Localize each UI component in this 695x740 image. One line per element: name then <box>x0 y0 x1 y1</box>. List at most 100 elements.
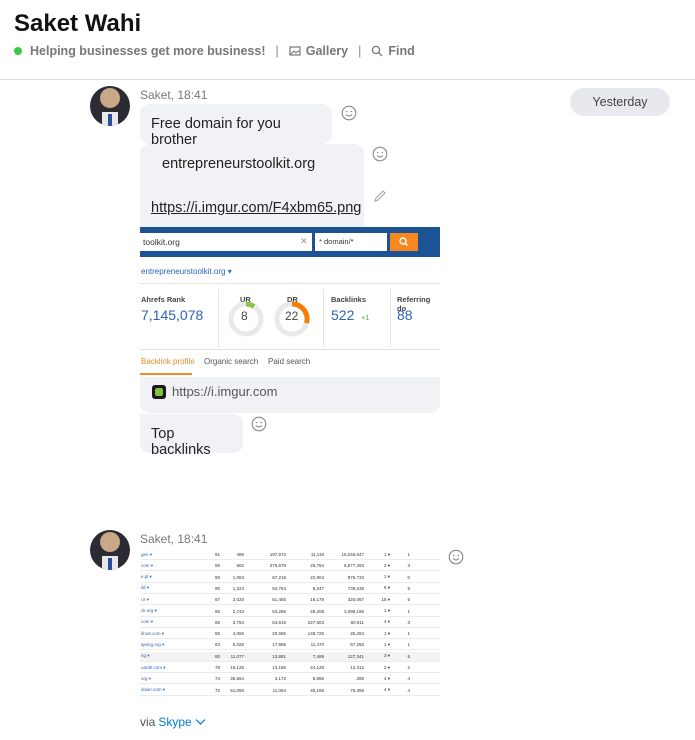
table-cell: 148,725 <box>307 631 324 637</box>
table-cell: 90 <box>214 563 220 569</box>
preview-link-row[interactable]: https://i.imgur.com <box>152 384 277 399</box>
table-cell: 78 <box>214 665 220 670</box>
chevron-down-icon[interactable] <box>195 718 206 726</box>
table-cell: 54,764 <box>272 585 286 591</box>
table-cell: 3 <box>407 563 410 569</box>
table-cell: ck.org ▾ <box>141 608 157 613</box>
find-link[interactable]: Find <box>371 44 415 58</box>
search-icon <box>372 45 383 57</box>
table-cell: 1 ▾ <box>383 630 390 636</box>
table-cell: 17,686 <box>272 642 286 648</box>
table-cell: 3,172 <box>274 676 286 682</box>
table-cell: e.pl ▾ <box>141 574 152 580</box>
divider <box>218 289 219 347</box>
metric-value: 7,145,078 <box>141 307 204 323</box>
table-cell: 15 ▾ <box>381 596 390 602</box>
table-cell: 85 <box>214 631 220 637</box>
table-cell: ifrost.com ▾ <box>141 630 165 636</box>
metric-value: 8 <box>241 309 248 323</box>
table-cell: 72 <box>214 687 220 693</box>
table-cell: 83 <box>214 642 220 648</box>
search-icon <box>399 237 408 246</box>
metric-value: 522 <box>331 307 355 323</box>
table-row: ifrost.com ▾ 85 4,066 20,686 148,725 26,284 1 … <box>140 629 440 640</box>
table-row: ng ▾ 80 11,077 13,881 7,469 127,341 3 ▾ 5 <box>140 651 440 662</box>
table-cell: 81,465 <box>272 597 286 603</box>
table-cell: 5,026 <box>232 642 244 648</box>
metric-label: Backlinks <box>331 295 367 304</box>
imgur-favicon-icon <box>152 384 166 399</box>
message-text: entrepreneurstoolkit.org <box>162 156 316 172</box>
preview-domain: entrepreneurstoolkit.org ▾ <box>141 267 232 276</box>
gallery-link[interactable]: Gallery <box>289 44 348 58</box>
emoji-reaction-icon[interactable] <box>341 105 357 121</box>
sender-meta: Saket, 18:41 <box>140 88 208 102</box>
table-cell: 26,284 <box>350 631 364 637</box>
table-cell: 2,020 <box>232 597 244 603</box>
table-cell: 35,664 <box>230 676 244 682</box>
message-bubble[interactable]: Free domain for you brother <box>140 104 332 148</box>
table-row: org ▾ 74 35,664 3,172 5,856 288 4 ▾ 4 <box>140 674 440 685</box>
table-cell: 4 <box>407 676 410 682</box>
table-cell: 1 <box>407 552 410 557</box>
table-cell: 16,179 <box>310 597 324 603</box>
table-cell: 4 ▾ <box>383 687 390 693</box>
preview-search-button <box>390 233 418 251</box>
table-cell: 26,764 <box>310 563 324 569</box>
table-cell: 4 ▾ <box>383 675 390 681</box>
table-cell: igning.org ▾ <box>141 641 165 647</box>
message-link[interactable]: https://i.imgur.com/F4xbm65.png <box>151 200 361 216</box>
table-cell: 1 <box>407 608 410 614</box>
table-cell: 2,743 <box>232 608 244 614</box>
preview-tab: Backlink profile <box>141 357 195 366</box>
table-cell: 2 <box>407 665 410 670</box>
table-cell: gen ▾ <box>141 551 153 557</box>
table-row: com ▾ 90 662 270,678 26,764 6,577,293 2 ▾ 3 <box>140 561 440 572</box>
table-cell: 288 <box>356 676 364 682</box>
emoji-reaction-icon[interactable] <box>372 146 388 162</box>
status-message: Helping businesses get more business! <box>30 44 266 58</box>
table-cell: 13,881 <box>272 653 286 659</box>
emoji-reaction-icon[interactable] <box>448 549 464 565</box>
message-bubble[interactable]: Top backlinks <box>140 414 243 458</box>
via-skype: via Skype <box>140 715 206 729</box>
table-cell: 11,118 <box>310 552 324 557</box>
table-cell: com ▾ <box>141 619 154 625</box>
shared-image-table[interactable]: gen ▾ 91 489 197,672 11,118 15,046,647 1 ▾ 1 com… <box>140 546 440 706</box>
table-cell: 51,050 <box>230 687 244 693</box>
table-row: e.pl ▾ 90 1,063 67,215 22,904 976,733 1 ▾ 0 <box>140 573 440 583</box>
table-cell: ng ▾ <box>141 653 150 659</box>
table-cell: 40,168 <box>310 687 324 693</box>
table-cell: 13,186 <box>272 665 286 670</box>
table-cell: 1 <box>407 642 410 648</box>
table-cell: 5 ▾ <box>383 585 390 591</box>
find-label: Find <box>388 44 415 58</box>
table-cell: 80 <box>214 653 220 659</box>
table-row: gen ▾ 91 489 197,672 11,118 15,046,647 1 ▾ 1 <box>140 550 440 560</box>
emoji-reaction-icon[interactable] <box>251 416 267 432</box>
avatar[interactable] <box>90 530 130 570</box>
table-cell: 662 <box>236 563 244 569</box>
gallery-label: Gallery <box>305 44 349 58</box>
table-cell: 11,064 <box>272 687 286 693</box>
avatar[interactable] <box>90 86 130 126</box>
separator: | <box>358 44 362 58</box>
table-cell: down.com ▾ <box>141 687 166 693</box>
edit-pencil-icon[interactable] <box>372 188 388 204</box>
table-cell: 1 ▾ <box>383 574 390 580</box>
preview-clear-icon: ✕ <box>300 236 308 246</box>
preview-search-box: toolkit.org <box>140 233 312 251</box>
table-cell: 489 <box>236 552 244 557</box>
table-cell: 91 <box>214 552 220 557</box>
link-preview[interactable]: toolkit.org ✕ * domain/* entrepreneursto… <box>140 227 440 413</box>
table-cell: 3,784 <box>232 619 244 625</box>
table-cell: 5 <box>407 597 410 603</box>
table-row: oardit.com ▾ 78 16,125 13,186 24,128 12,312 2 … <box>140 663 440 673</box>
table-cell: 320,087 <box>347 597 364 603</box>
table-cell: 7,469 <box>312 653 324 659</box>
message-bubble[interactable]: entrepreneurstoolkit.org https://i.imgur… <box>140 144 364 227</box>
table-cell: 6,577,293 <box>343 563 364 569</box>
skype-link[interactable]: Skype <box>158 715 191 729</box>
table-cell: 16,125 <box>230 665 244 670</box>
metric-delta: +1 <box>361 313 370 322</box>
